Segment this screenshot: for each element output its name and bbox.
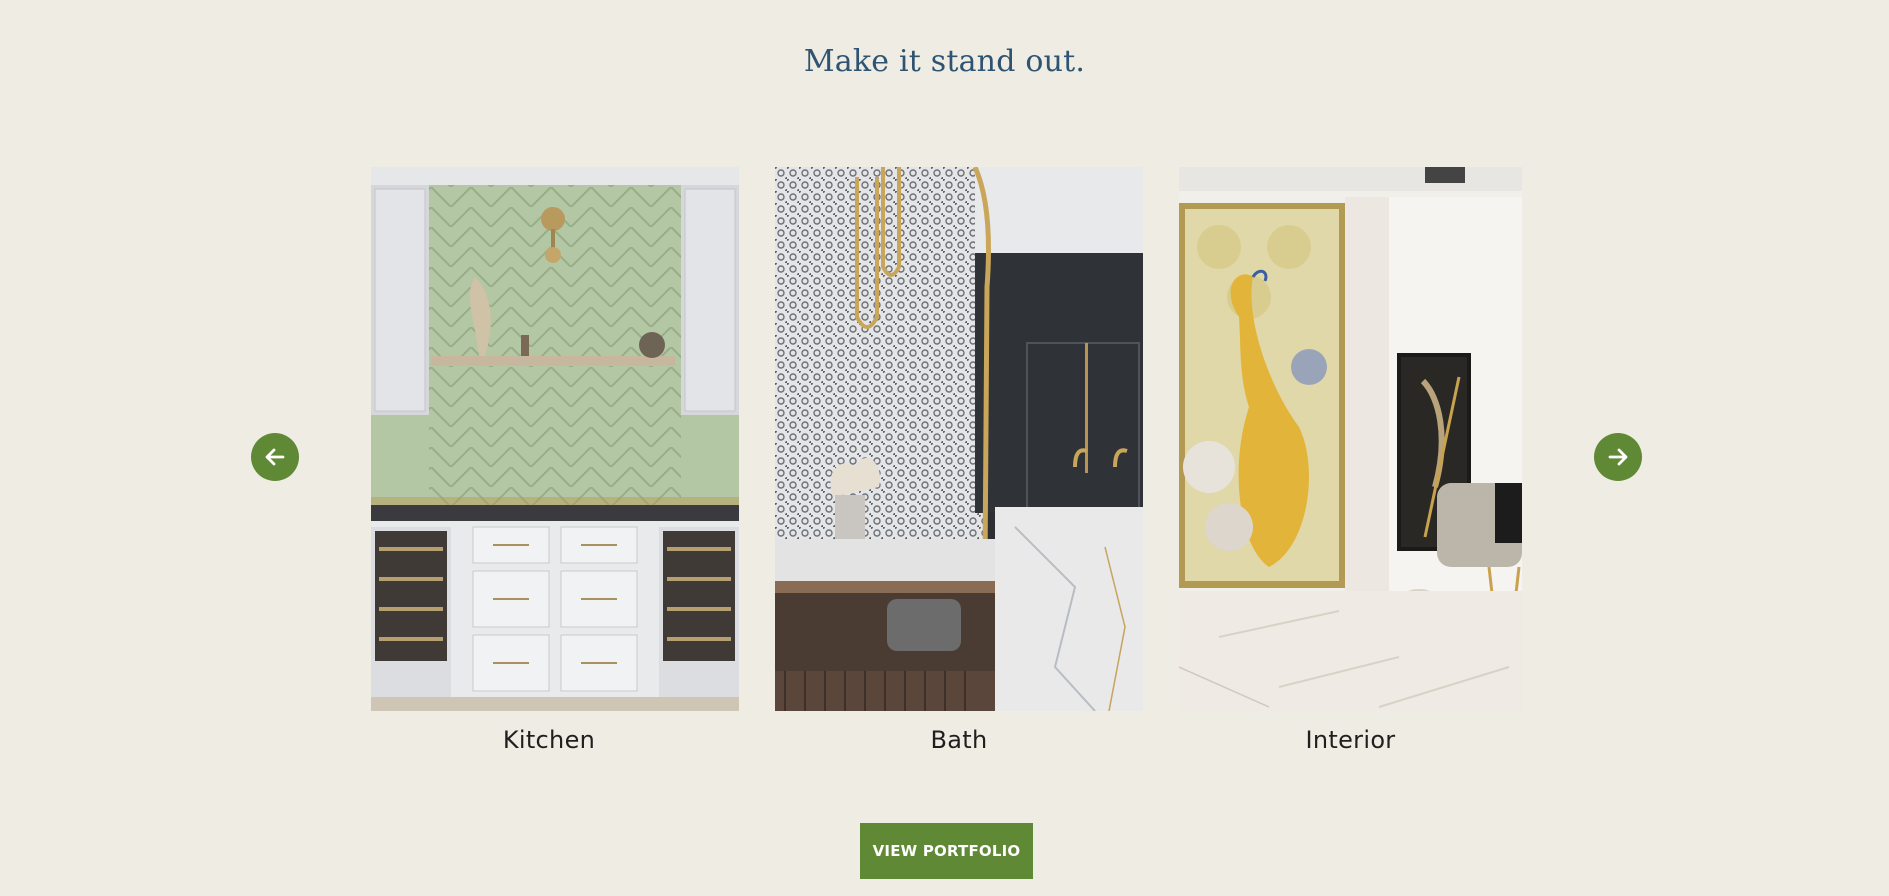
carousel-card-label: Bath [930,726,988,754]
interior-photo[interactable] [1179,167,1522,711]
carousel-card-kitchen[interactable]: Kitchen [371,167,739,754]
arrow-right-icon [1607,446,1629,468]
carousel-card-label: Interior [1305,726,1396,754]
carousel-prev-button[interactable] [251,433,299,481]
carousel-next-button[interactable] [1594,433,1642,481]
section-title: Make it stand out. [803,44,1086,79]
carousel-card-label: Kitchen [502,726,596,754]
view-portfolio-button[interactable]: VIEW PORTFOLIO [860,823,1033,879]
carousel-card-interior[interactable]: Interior [1179,167,1522,754]
bath-photo[interactable] [775,167,1143,711]
kitchen-photo[interactable] [371,167,739,711]
arrow-left-icon [264,446,286,468]
carousel-card-bath[interactable]: Bath [775,167,1143,754]
